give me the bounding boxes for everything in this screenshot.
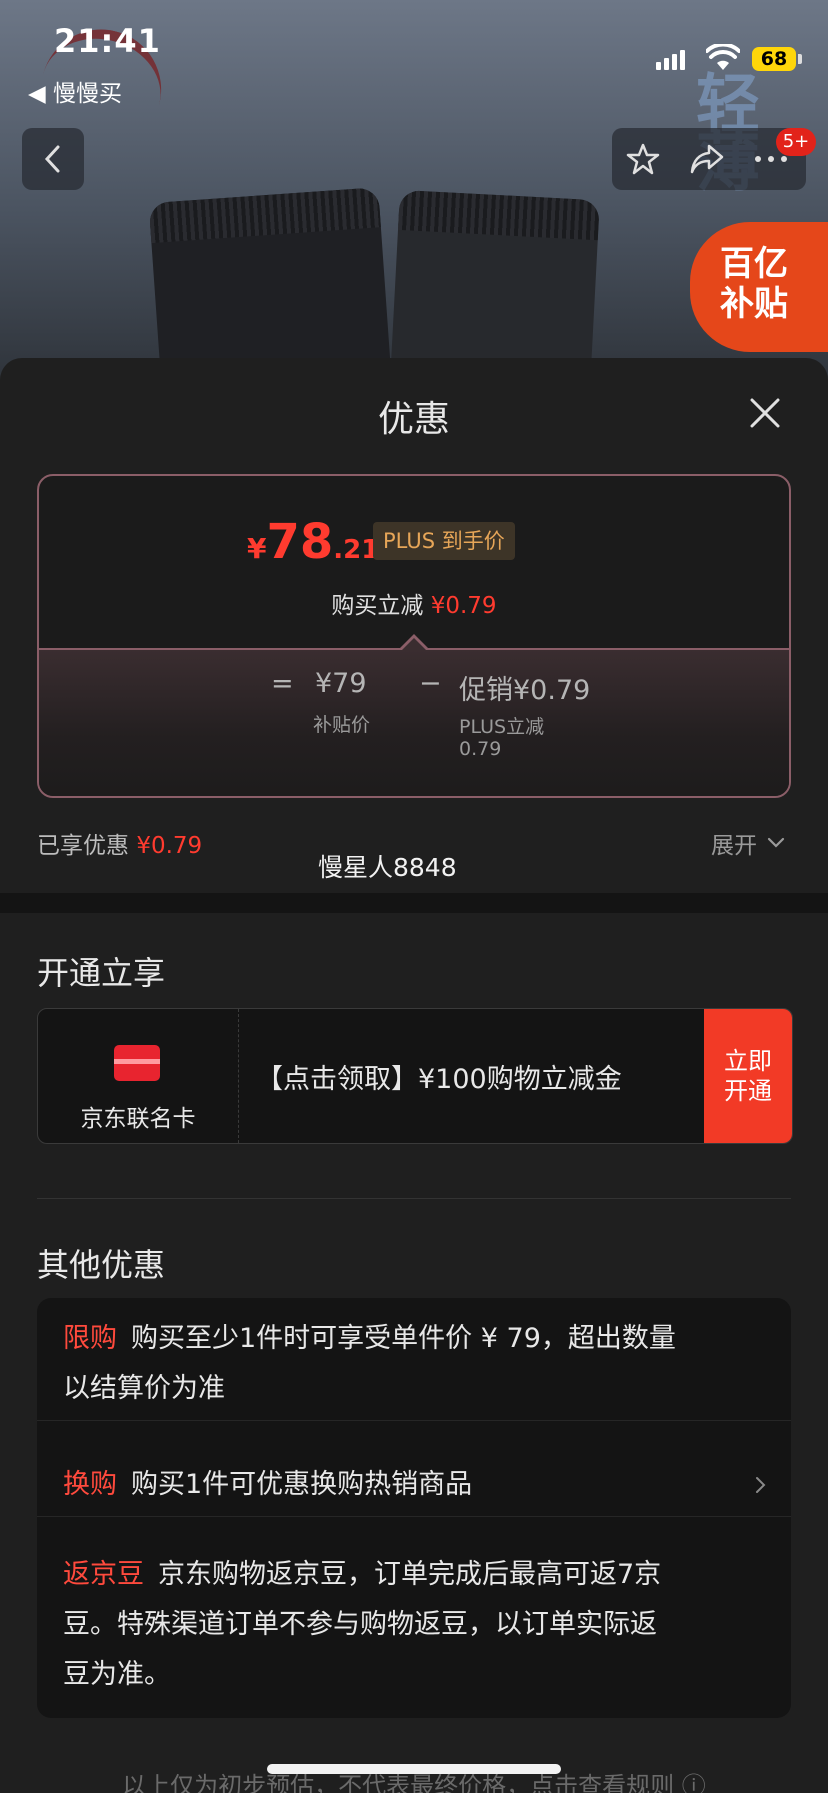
offer-text-cont: 豆为准。 (63, 1659, 171, 1690)
other-offers-list: 限购 购买至少1件时可享受单件价 ¥ 79，超出数量 以结算价为准 换购 购买1件可… (37, 1298, 791, 1718)
open-now-line2: 开通 (724, 1077, 772, 1105)
open-now-button[interactable]: 立即 开通 (704, 1009, 792, 1143)
formula-promo: 促销¥0.79 (459, 668, 590, 707)
row-divider (37, 1516, 791, 1517)
instant-discount: 购买立减 ¥0.79 (39, 586, 789, 620)
jd-card-name: 京东联名卡 (80, 1106, 196, 1132)
chevron-left-icon (44, 145, 60, 173)
formula-equals: = (271, 668, 294, 699)
battery-nub (798, 54, 802, 64)
open-now-line1: 立即 (724, 1047, 772, 1075)
enjoyed-label: 已享优惠 (37, 833, 129, 859)
instant-discount-label: 购买立减 (331, 593, 424, 619)
open-section-title: 开通立享 (37, 954, 166, 992)
status-time: 21:41 (54, 22, 161, 60)
discount-sheet: 优惠 ¥ 78 .21 PLUS 到手价 购买立减 ¥0.79 = ¥79 补贴… (0, 358, 828, 1793)
price-breakdown-card: ¥ 78 .21 PLUS 到手价 购买立减 ¥0.79 = ¥79 补贴价 −… (37, 474, 791, 798)
offer-tag: 返京豆 (63, 1559, 144, 1590)
subsidy-badge-line2: 补贴 (720, 284, 788, 324)
product-image-pants-right (390, 189, 600, 380)
divider-line (37, 1198, 791, 1199)
formula-base-price: ¥79 (315, 668, 367, 699)
back-button[interactable] (22, 128, 84, 190)
formula-promo-value: ¥0.79 (513, 675, 591, 706)
offer-tag: 限购 (63, 1323, 117, 1354)
offer-text: 京东购物返京豆，订单完成后最高可返7京 (158, 1559, 662, 1590)
offer-row-jd-beans: 返京豆 京东购物返京豆，订单完成后最高可返7京 豆。特殊渠道订单不参与购物返豆，以… (63, 1550, 765, 1700)
enjoyed-discount: 已享优惠 ¥0.79 (37, 826, 202, 860)
jd-card-info: 京东联名卡 (38, 1009, 239, 1143)
credit-card-icon (114, 1045, 160, 1081)
share-icon (690, 144, 724, 174)
sheet-title: 优惠 (377, 399, 450, 440)
formula-promo-sub2: 0.79 (459, 738, 502, 760)
offer-row-exchange[interactable]: 换购 购买1件可优惠换购热销商品 (63, 1460, 765, 1510)
close-icon[interactable] (746, 394, 784, 432)
star-icon (626, 143, 660, 175)
offer-tag: 换购 (63, 1469, 117, 1500)
wifi-icon (706, 44, 740, 70)
jd-card-offer[interactable]: 京东联名卡 【点击领取】¥100购物立减金 立即 开通 (37, 1008, 793, 1144)
other-section-title: 其他优惠 (37, 1246, 166, 1284)
formula-promo-label: 促销 (459, 675, 513, 706)
favorite-button[interactable] (622, 138, 664, 180)
section-divider (0, 893, 828, 913)
user-nickname: 慢星人8848 (318, 853, 457, 882)
instant-discount-value: ¥0.79 (430, 593, 497, 619)
jd-card-offer-text: 【点击领取】¥100购物立减金 (256, 1064, 622, 1095)
final-price: ¥ 78 .21 (247, 514, 379, 570)
formula-base-label: 补贴价 (313, 714, 371, 736)
subsidy-badge-line1: 百亿 (720, 244, 788, 284)
share-button[interactable] (686, 138, 728, 180)
chevron-down-icon (767, 837, 785, 848)
offer-text-cont: 豆。特殊渠道订单不参与购物返豆，以订单实际返 (63, 1609, 657, 1640)
offer-text: 购买1件可优惠换购热销商品 (131, 1469, 473, 1500)
price-formula-area (39, 648, 789, 796)
product-image-pants-left (148, 187, 392, 380)
back-to-app-link[interactable]: ◀ 慢慢买 (28, 74, 122, 108)
offer-text: 购买至少1件时可享受单件价 ¥ 79，超出数量 (131, 1323, 676, 1354)
offer-row-purchase-limit: 限购 购买至少1件时可享受单件价 ¥ 79，超出数量 以结算价为准 (63, 1314, 765, 1414)
price-currency: ¥ (247, 532, 267, 565)
formula-promo-sub1: PLUS立减 (459, 716, 545, 738)
subsidy-badge[interactable]: 百亿 补贴 (690, 222, 828, 352)
formula-minus: − (419, 668, 442, 699)
offer-text-cont: 以结算价为准 (63, 1373, 225, 1404)
cellular-signal-icon (656, 50, 685, 70)
expand-toggle[interactable]: 展开 (711, 826, 785, 860)
home-indicator (267, 1764, 561, 1774)
chevron-right-icon[interactable] (751, 1476, 769, 1494)
enjoyed-value: ¥0.79 (136, 833, 203, 859)
battery-icon: 68 (752, 47, 796, 71)
more-dots-icon (755, 156, 787, 162)
notification-badge: 5+ (776, 128, 816, 156)
row-divider (37, 1420, 791, 1421)
plus-price-tag: PLUS 到手价 (373, 522, 515, 560)
expand-label: 展开 (711, 833, 757, 859)
price-integer: 78 (266, 514, 334, 570)
